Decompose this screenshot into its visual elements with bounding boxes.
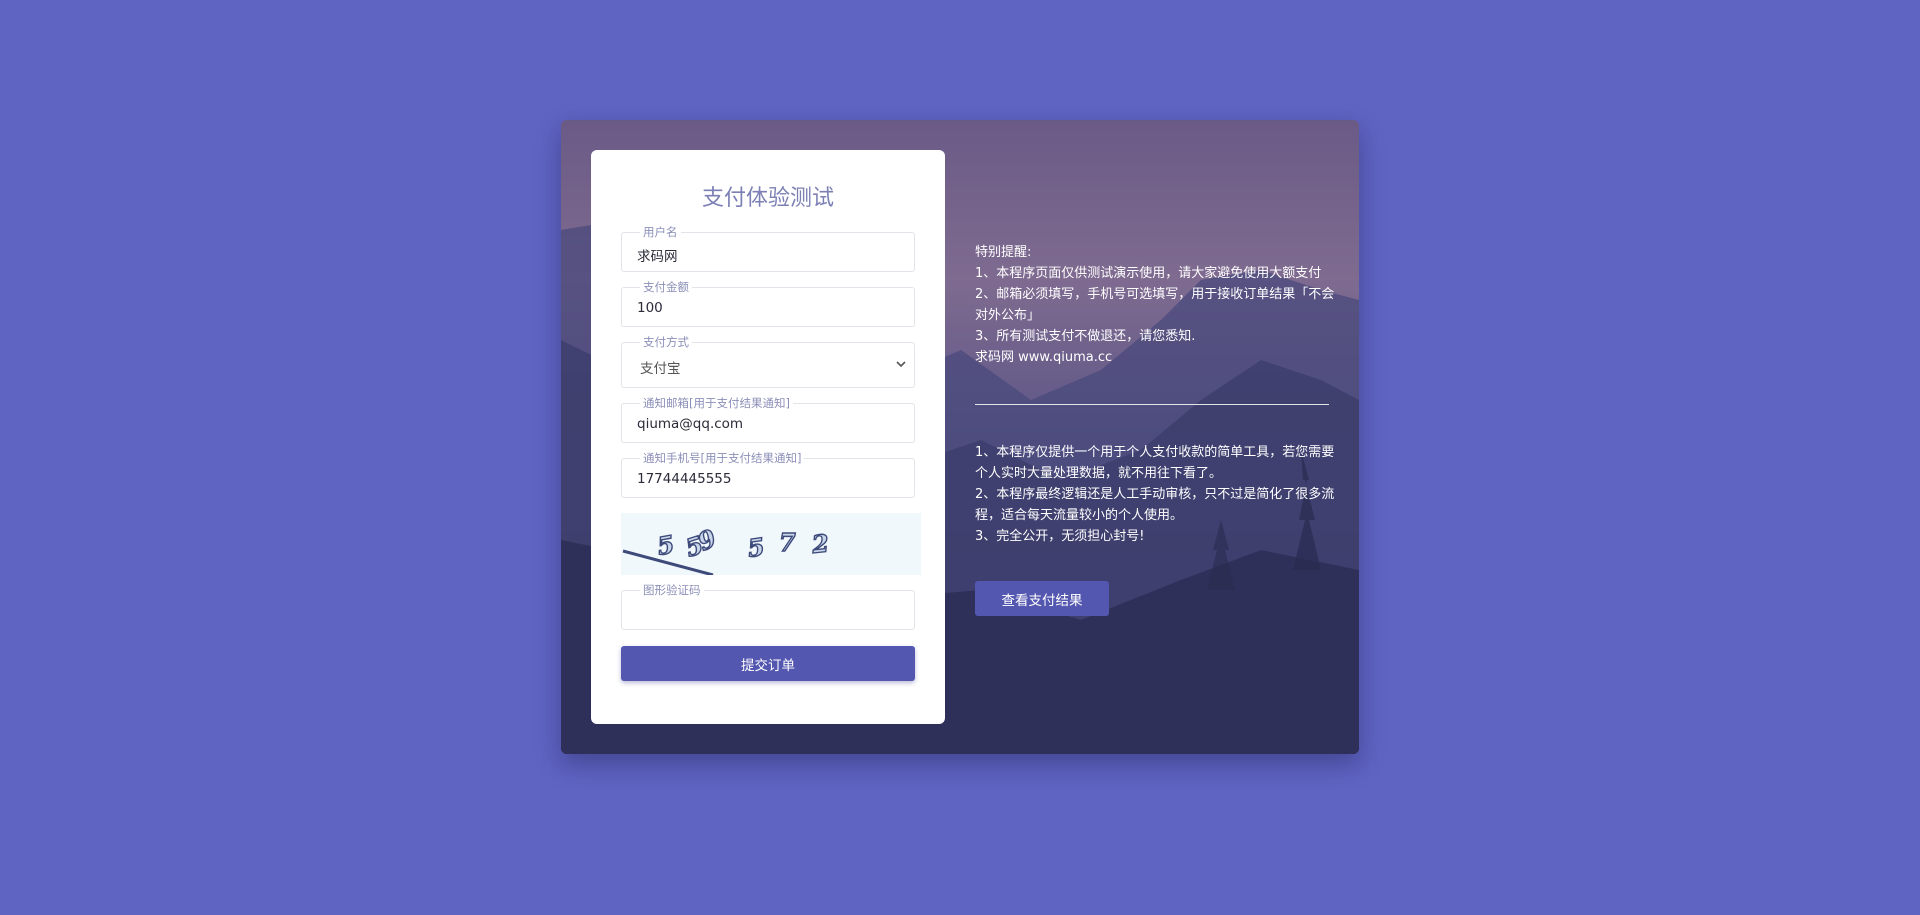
info-line: 3、完全公开，无须担心封号! [975, 529, 1145, 544]
chevron-down-icon [896, 361, 906, 368]
amount-field[interactable]: 支付金额 100 [621, 280, 915, 327]
info-block: 1、本程序仅提供一个用于个人支付收款的简单工具，若您需要个人实时大量处理数据，就… [975, 442, 1335, 547]
amount-input[interactable]: 100 [637, 300, 663, 316]
payment-method-label: 支付方式 [640, 335, 692, 349]
submit-order-button[interactable]: 提交订单 [621, 646, 915, 681]
svg-text:2: 2 [810, 528, 831, 559]
captcha-field[interactable]: 图形验证码 [621, 583, 915, 630]
notice-line: 3、所有测试支付不做退还，请您悉知. [975, 329, 1196, 344]
email-label: 通知邮箱[用于支付结果通知] [640, 396, 793, 410]
email-input[interactable]: qiuma@qq.com [637, 416, 743, 432]
form-title: 支付体验测试 [701, 186, 834, 211]
phone-label: 通知手机号[用于支付结果通知] [640, 451, 805, 465]
order-form: 支付体验测试 用户名 求码网 支付金额 100 支付方式 支付宝 通知邮箱[用于… [591, 150, 945, 724]
email-field[interactable]: 通知邮箱[用于支付结果通知] qiuma@qq.com [621, 396, 915, 443]
view-payment-result-button[interactable]: 查看支付结果 [975, 581, 1109, 616]
notice-block: 特别提醒: 1、本程序页面仅供测试演示使用，请大家避免使用大额支付 2、邮箱必须… [975, 242, 1335, 368]
divider [975, 404, 1329, 405]
captcha-image[interactable]: 5 5 9 5 7 2 [621, 513, 921, 575]
svg-text:7: 7 [779, 528, 796, 557]
username-label: 用户名 [640, 225, 681, 239]
info-line: 2、本程序最终逻辑还是人工手动审核，只不过是简化了很多流程，适合每天流量较小的个… [975, 487, 1335, 523]
notice-heading: 特别提醒: [975, 245, 1032, 260]
info-line: 1、本程序仅提供一个用于个人支付收款的简单工具，若您需要个人实时大量处理数据，就… [975, 445, 1335, 481]
notice-line: 1、本程序页面仅供测试演示使用，请大家避免使用大额支付 [975, 266, 1322, 281]
payment-card: 支付体验测试 用户名 求码网 支付金额 100 支付方式 支付宝 通知邮箱[用于… [561, 120, 1359, 754]
svg-text:5: 5 [746, 532, 767, 563]
phone-input[interactable]: 17744445555 [637, 471, 731, 487]
phone-field[interactable]: 通知手机号[用于支付结果通知] 17744445555 [621, 451, 915, 498]
payment-method-select[interactable]: 支付方式 支付宝 [621, 335, 915, 388]
captcha-graphic: 5 5 9 5 7 2 [622, 522, 831, 575]
amount-label: 支付金额 [640, 280, 692, 294]
payment-method-value[interactable]: 支付宝 [640, 357, 681, 377]
notice-line: 2、邮箱必须填写，手机号可选填写，用于接收订单结果「不会对外公布」 [975, 287, 1335, 323]
username-input[interactable]: 求码网 [637, 245, 678, 265]
username-field[interactable]: 用户名 求码网 [621, 225, 915, 272]
svg-text:5: 5 [655, 529, 676, 560]
captcha-label: 图形验证码 [640, 583, 704, 597]
notice-line: 求码网 www.qiuma.cc [975, 350, 1113, 365]
